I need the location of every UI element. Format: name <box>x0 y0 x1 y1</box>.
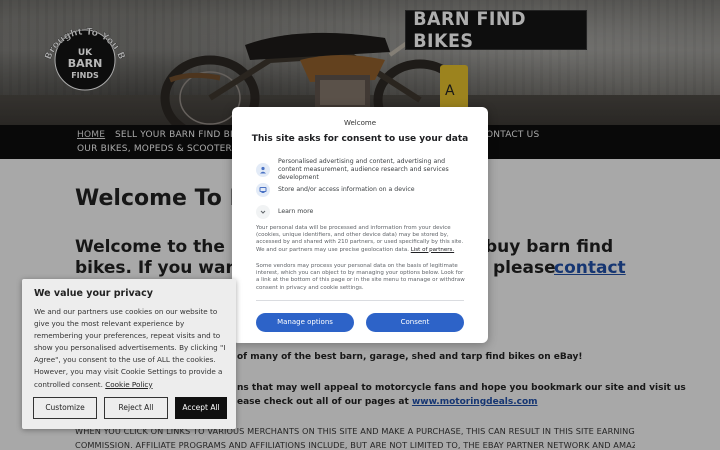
learn-more-label: Learn more <box>278 208 314 215</box>
consent-divider <box>256 300 464 301</box>
consent-purpose-ads-text: Personalised advertising and content, ad… <box>278 158 449 181</box>
cookie-privacy-banner: We value your privacy We and our partner… <box>22 279 236 429</box>
consent-welcome: Welcome <box>343 119 377 127</box>
consent-dialog: Welcome This site asks for consent to us… <box>232 107 488 343</box>
consent-body-1: Your personal data will be processed and… <box>256 225 466 254</box>
chevron-down-icon <box>256 205 270 219</box>
consent-purpose-storage: Store and/or access information on a dev… <box>256 183 466 197</box>
device-icon <box>256 183 270 197</box>
privacy-text-body: We and our partners use cookies on our w… <box>34 307 226 389</box>
consent-title: This site asks for consent to use your d… <box>251 134 469 144</box>
accept-all-button[interactable]: Accept All <box>175 397 227 419</box>
cookie-policy-link[interactable]: Cookie Policy <box>105 380 152 389</box>
customize-button[interactable]: Customize <box>33 397 97 419</box>
person-icon <box>256 163 270 177</box>
reject-all-button[interactable]: Reject All <box>104 397 168 419</box>
consent-purpose-ads: Personalised advertising and content, ad… <box>256 158 466 182</box>
learn-more-toggle[interactable]: Learn more <box>256 205 466 219</box>
manage-options-button[interactable]: Manage options <box>256 313 354 332</box>
privacy-title: We value your privacy <box>34 288 153 299</box>
consent-purpose-storage-text: Store and/or access information on a dev… <box>278 186 415 193</box>
privacy-text: We and our partners use cookies on our w… <box>34 306 230 391</box>
consent-button[interactable]: Consent <box>366 313 464 332</box>
list-of-partners-link[interactable]: List of partners. <box>411 247 454 253</box>
consent-body-2: Some vendors may process your personal d… <box>256 263 465 291</box>
